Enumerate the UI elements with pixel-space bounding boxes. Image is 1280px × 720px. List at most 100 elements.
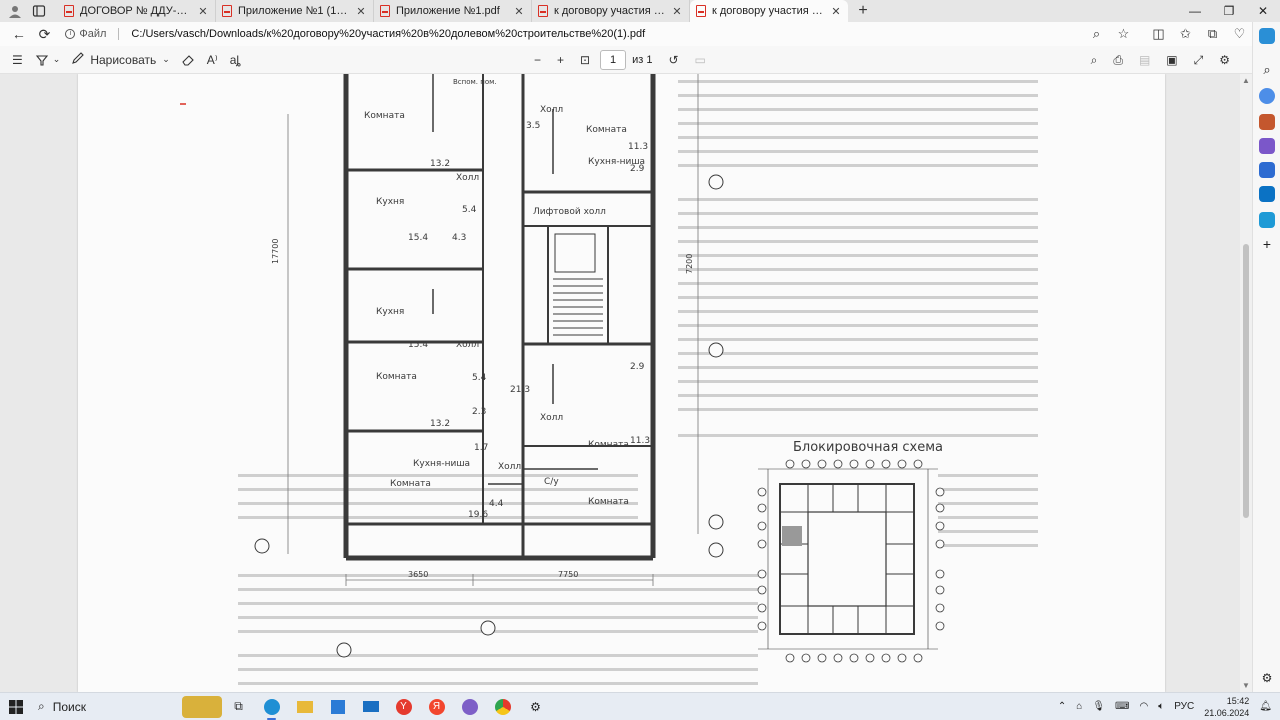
shopping-icon[interactable] <box>1259 88 1275 104</box>
scroll-up-arrow[interactable]: ▲ <box>1240 76 1252 85</box>
task-view-icon[interactable]: ⧉ <box>222 693 255 720</box>
start-button[interactable] <box>0 699 32 714</box>
room-label: Холл <box>456 340 479 350</box>
favorites-icon[interactable]: ✩ <box>1172 26 1199 42</box>
print-icon[interactable]: ⎙ <box>1107 49 1129 71</box>
games-icon[interactable] <box>1259 138 1275 154</box>
chrome-icon[interactable] <box>486 693 519 720</box>
save-icon[interactable]: ▤ <box>1133 49 1156 71</box>
viber-icon[interactable] <box>453 693 486 720</box>
draw-button[interactable]: Нарисовать ⌄ <box>66 49 175 71</box>
chevron-up-icon[interactable]: ⌃ <box>1058 701 1066 712</box>
close-icon[interactable]: ✕ <box>513 5 525 18</box>
translate-icon[interactable]: aȴ <box>224 49 247 71</box>
tab-4[interactable]: к договору участия в долевом строительст… <box>532 0 690 22</box>
yandex-icon[interactable]: Y <box>387 693 420 720</box>
telegram-icon[interactable] <box>1259 212 1275 228</box>
url-field[interactable]: i Файл C:/Users/vasch/Downloads/к%20дого… <box>65 24 1083 44</box>
zoom-out-icon[interactable]: − <box>528 49 547 71</box>
settings-gear-icon[interactable]: ⚙ <box>1213 49 1236 71</box>
scheme-label: Файл <box>79 28 107 40</box>
split-screen-icon[interactable]: ◫ <box>1145 26 1172 42</box>
close-icon[interactable]: ✕ <box>830 5 842 18</box>
close-window-button[interactable]: ✕ <box>1246 4 1280 18</box>
area-value: 3.5 <box>526 121 540 131</box>
area-value: 2.9 <box>630 164 645 174</box>
tab-strip: ДОГОВОР № ДДУ-02-17-263.pdf ✕ Приложение… <box>0 0 1280 22</box>
fit-page-icon[interactable]: ⊡ <box>574 49 596 71</box>
workspaces-icon[interactable] <box>32 4 46 18</box>
fullscreen-icon[interactable]: ⤢ <box>1188 49 1210 71</box>
area-value: 1.7 <box>474 443 488 453</box>
scroll-thumb[interactable] <box>1243 244 1249 518</box>
settings-gear-icon[interactable]: ⚙ <box>519 693 552 720</box>
outlook-icon[interactable] <box>1259 186 1275 202</box>
save-as-icon[interactable]: ▣ <box>1160 49 1183 71</box>
address-bar: ← ⟳ i Файл C:/Users/vasch/Downloads/к%20… <box>0 22 1280 46</box>
area-value: 5.4 <box>472 373 487 383</box>
area-value: 5.4 <box>462 205 477 215</box>
read-aloud-icon[interactable]: A⁾ <box>201 49 224 71</box>
copilot-icon[interactable] <box>1259 28 1275 44</box>
tab-1[interactable]: ДОГОВОР № ДДУ-02-17-263.pdf ✕ <box>58 0 216 22</box>
zoom-icon[interactable]: ⌕ <box>1083 26 1110 42</box>
browser-essentials-icon[interactable]: ♡ <box>1226 26 1253 42</box>
close-icon[interactable]: ✕ <box>197 5 209 18</box>
profile-icon[interactable] <box>8 4 22 18</box>
vertical-scrollbar[interactable]: ▲ ▼ <box>1240 74 1252 692</box>
notifications-icon[interactable]: 🔔︎ <box>1259 701 1272 712</box>
tab-title: к договору участия в долевом строительст… <box>554 5 665 17</box>
tools-icon[interactable] <box>1259 114 1275 130</box>
new-tab-button[interactable]: + <box>852 2 874 20</box>
tab-3[interactable]: Приложение №1.pdf ✕ <box>374 0 532 22</box>
site-info[interactable]: i Файл <box>65 28 106 40</box>
add-icon[interactable]: + <box>1259 236 1275 252</box>
close-icon[interactable]: ✕ <box>671 5 683 18</box>
minimize-button[interactable]: — <box>1178 4 1212 18</box>
volume-icon[interactable]: 🔈︎ <box>1158 701 1164 712</box>
area-value: 21.3 <box>510 385 530 395</box>
wifi-icon[interactable]: ◠ <box>1139 701 1148 712</box>
scroll-down-arrow[interactable]: ▼ <box>1240 681 1252 690</box>
search-icon[interactable]: ⌕ <box>1085 49 1104 71</box>
yandex-browser-icon[interactable]: Я <box>420 693 453 720</box>
favorite-star-icon[interactable]: ☆ <box>1110 26 1137 42</box>
dimension-value: 7200 <box>685 254 694 274</box>
pdf-icon <box>380 5 390 17</box>
eraser-icon[interactable] <box>176 49 201 71</box>
zoom-in-icon[interactable]: + <box>551 49 570 71</box>
tab-title: к договору участия в долевом строительст… <box>712 5 824 17</box>
pdf-viewer[interactable]: Комната Кухня Кухня Комната Комната Холл… <box>0 74 1252 692</box>
search-icon[interactable]: ⌕ <box>1259 62 1275 78</box>
mail-icon[interactable] <box>354 693 387 720</box>
tab-2[interactable]: Приложение №1 (1).pdf ✕ <box>216 0 374 22</box>
window-controls: — ❐ ✕ <box>1178 0 1280 22</box>
store-icon[interactable] <box>321 693 354 720</box>
refresh-button[interactable]: ⟳ <box>32 26 58 43</box>
taskbar-search[interactable]: ⌕ Поиск <box>32 693 222 720</box>
file-explorer-icon[interactable] <box>288 693 321 720</box>
tab-5-active[interactable]: к договору участия в долевом строительст… <box>690 0 848 22</box>
device-icon[interactable]: ⌂ <box>1076 701 1082 712</box>
microsoft365-icon[interactable] <box>1259 162 1275 178</box>
microphone-icon[interactable]: 🎙︎ <box>1092 701 1105 712</box>
restore-button[interactable]: ❐ <box>1212 4 1246 18</box>
page-number-input[interactable]: 1 <box>600 50 627 70</box>
url-text: C:/Users/vasch/Downloads/к%20договору%20… <box>131 28 646 40</box>
ime-icon[interactable]: ⌨ <box>1115 701 1129 712</box>
sidebar-settings-icon[interactable]: ⚙ <box>1259 670 1275 686</box>
collections-icon[interactable]: ⧉ <box>1199 26 1226 42</box>
edge-icon[interactable] <box>255 693 288 720</box>
back-button[interactable]: ← <box>6 26 32 42</box>
area-value: 11.3 <box>630 436 650 446</box>
highlight-icon[interactable]: ⌄ <box>29 49 67 71</box>
contents-icon[interactable]: ☰ <box>6 49 29 71</box>
rotate-icon[interactable]: ↺ <box>662 49 684 71</box>
clock[interactable]: 15:42 21.06.2024 <box>1204 695 1249 719</box>
blocking-scheme-title: Блокировочная схема <box>793 440 943 455</box>
page-view-icon[interactable]: ▭ <box>689 49 712 71</box>
tab-title: Приложение №1 (1).pdf <box>238 5 349 17</box>
language-indicator[interactable]: РУС <box>1174 701 1194 712</box>
blocking-scheme <box>758 468 938 650</box>
close-icon[interactable]: ✕ <box>355 5 367 18</box>
